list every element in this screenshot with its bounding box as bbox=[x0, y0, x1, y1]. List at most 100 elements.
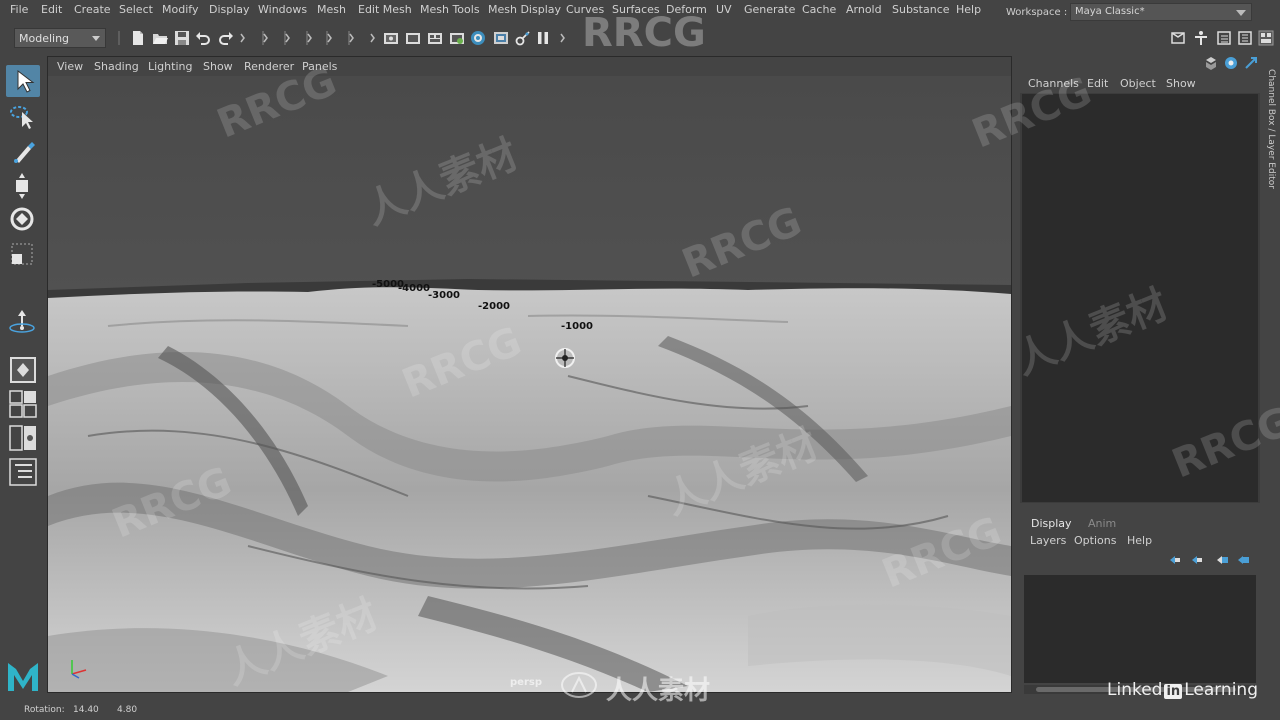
new-layer-selected-icon[interactable] bbox=[1236, 554, 1250, 566]
save-scene-icon[interactable] bbox=[174, 30, 190, 46]
arnold-render-icon[interactable] bbox=[493, 30, 509, 46]
shelf-separator-icon bbox=[240, 33, 245, 43]
ipr-render-icon[interactable] bbox=[427, 30, 443, 46]
hypershade-icon[interactable] bbox=[470, 30, 486, 46]
attribute-icon[interactable] bbox=[1224, 56, 1238, 70]
side-tab-label: Channel Box / Layer Editor bbox=[1266, 69, 1276, 189]
menu-modify[interactable]: Modify bbox=[162, 3, 198, 16]
tab-anim[interactable]: Anim bbox=[1088, 517, 1116, 530]
brand-linked: Linked bbox=[1107, 680, 1163, 700]
menu-mesh-tools[interactable]: Mesh Tools bbox=[420, 3, 480, 16]
menu-generate[interactable]: Generate bbox=[744, 3, 795, 16]
help-line-value: 4.80 bbox=[117, 705, 138, 715]
panel-menu-lighting[interactable]: Lighting bbox=[148, 60, 192, 73]
select-tool-button[interactable] bbox=[6, 65, 40, 97]
open-scene-icon[interactable] bbox=[152, 30, 168, 46]
menu-create[interactable]: Create bbox=[74, 3, 111, 16]
layer-menu-layers[interactable]: Layers bbox=[1030, 534, 1066, 547]
outliner-button[interactable] bbox=[6, 456, 40, 488]
render-view-icon[interactable] bbox=[383, 30, 399, 46]
four-view-icon bbox=[9, 390, 37, 418]
single-perspective-icon bbox=[10, 357, 36, 383]
panel-menu-renderer[interactable]: Renderer bbox=[244, 60, 294, 73]
move-layer-down-icon[interactable] bbox=[1190, 554, 1204, 566]
new-scene-icon[interactable] bbox=[130, 30, 146, 46]
float-panel-icon[interactable] bbox=[1244, 56, 1258, 70]
scale-tool-button[interactable] bbox=[6, 239, 40, 271]
camera-name-label: persp bbox=[510, 677, 542, 688]
menu-uv[interactable]: UV bbox=[716, 3, 732, 16]
shelf-separator-icon bbox=[560, 33, 565, 43]
render-current-frame-icon[interactable] bbox=[405, 30, 421, 46]
modeling-toolkit-icon[interactable] bbox=[1170, 30, 1186, 46]
lasso-tool-button[interactable] bbox=[6, 101, 40, 133]
layer-list[interactable] bbox=[1024, 575, 1256, 683]
layer-menu-options[interactable]: Options bbox=[1074, 534, 1116, 547]
menu-mesh-display[interactable]: Mesh Display bbox=[488, 3, 561, 16]
menu-curves[interactable]: Curves bbox=[566, 3, 604, 16]
panel-menu-view[interactable]: View bbox=[57, 60, 83, 73]
pause-viewport-icon[interactable] bbox=[535, 30, 551, 46]
shelf-separator-icon bbox=[284, 31, 290, 45]
channel-box-body[interactable] bbox=[1022, 94, 1258, 502]
workspace-dropdown[interactable]: Maya Classic* bbox=[1070, 3, 1252, 21]
menu-set-dropdown[interactable]: Modeling bbox=[14, 28, 106, 48]
rrcg-logo-icon bbox=[561, 672, 597, 698]
undo-icon[interactable] bbox=[195, 30, 211, 46]
channel-box-menu-channels[interactable]: Channels bbox=[1028, 77, 1079, 90]
3d-scene[interactable]: -5000 -4000 -3000 -2000 -1000 bbox=[48, 76, 1011, 692]
grid-label: -3000 bbox=[428, 290, 460, 301]
viewport-panel[interactable]: View Shading Lighting Show Renderer Pane… bbox=[47, 56, 1012, 693]
menu-mesh[interactable]: Mesh bbox=[317, 3, 346, 16]
menu-cache[interactable]: Cache bbox=[802, 3, 836, 16]
channel-box-menu-show[interactable]: Show bbox=[1166, 77, 1196, 90]
single-perspective-button[interactable] bbox=[6, 354, 40, 386]
two-view-button[interactable] bbox=[6, 422, 40, 454]
shelf-separator-icon bbox=[370, 33, 375, 43]
menu-edit[interactable]: Edit bbox=[41, 3, 62, 16]
redo-icon[interactable] bbox=[218, 30, 234, 46]
menu-substance[interactable]: Substance bbox=[892, 3, 950, 16]
menu-windows[interactable]: Windows bbox=[258, 3, 307, 16]
help-line: Rotation: 14.40 4.80 bbox=[0, 700, 1280, 720]
panel-menu-panels[interactable]: Panels bbox=[302, 60, 337, 73]
menu-file[interactable]: File bbox=[10, 3, 28, 16]
menu-arnold[interactable]: Arnold bbox=[846, 3, 882, 16]
render-settings-icon[interactable] bbox=[449, 30, 465, 46]
character-controls-icon[interactable] bbox=[1193, 30, 1209, 46]
menu-help[interactable]: Help bbox=[956, 3, 981, 16]
move-layer-up-icon[interactable] bbox=[1168, 554, 1182, 566]
shelf-separator-icon bbox=[118, 31, 120, 45]
grid-label: -4000 bbox=[398, 283, 430, 294]
brand-in: in bbox=[1164, 684, 1183, 699]
paint-select-button[interactable] bbox=[6, 136, 40, 168]
soft-mod-button[interactable] bbox=[6, 306, 40, 338]
attribute-editor-icon[interactable] bbox=[1216, 30, 1232, 46]
new-layer-icon[interactable] bbox=[1215, 554, 1229, 566]
channel-box-menu-edit[interactable]: Edit bbox=[1087, 77, 1108, 90]
chevron-down-icon bbox=[1236, 10, 1246, 16]
move-tool-button[interactable] bbox=[6, 170, 40, 202]
grid-label: -2000 bbox=[478, 301, 510, 312]
snap-toggle-icon[interactable] bbox=[515, 30, 531, 46]
menu-select[interactable]: Select bbox=[119, 3, 153, 16]
channel-box-menu-object[interactable]: Object bbox=[1120, 77, 1156, 90]
channel-box-toggle-icon[interactable] bbox=[1258, 30, 1274, 46]
shelf-separator-icon bbox=[326, 31, 332, 45]
menu-edit-mesh[interactable]: Edit Mesh bbox=[358, 3, 412, 16]
layer-menu-help[interactable]: Help bbox=[1127, 534, 1152, 547]
menu-surfaces[interactable]: Surfaces bbox=[612, 3, 660, 16]
panel-menu-shading[interactable]: Shading bbox=[94, 60, 139, 73]
channel-box-side-tab[interactable]: Channel Box / Layer Editor bbox=[1262, 62, 1278, 202]
menu-deform[interactable]: Deform bbox=[666, 3, 707, 16]
tab-display[interactable]: Display bbox=[1031, 517, 1072, 530]
panel-menu-show[interactable]: Show bbox=[203, 60, 233, 73]
tool-settings-icon[interactable] bbox=[1237, 30, 1253, 46]
menu-display[interactable]: Display bbox=[209, 3, 250, 16]
four-view-button[interactable] bbox=[6, 388, 40, 420]
channel-box: Channels Edit Object Show bbox=[1020, 73, 1260, 503]
rotate-tool-button[interactable] bbox=[6, 203, 40, 235]
maya-logo-icon bbox=[8, 663, 38, 691]
shelf-separator-icon bbox=[348, 31, 354, 45]
channel-box-icon[interactable] bbox=[1204, 56, 1218, 70]
